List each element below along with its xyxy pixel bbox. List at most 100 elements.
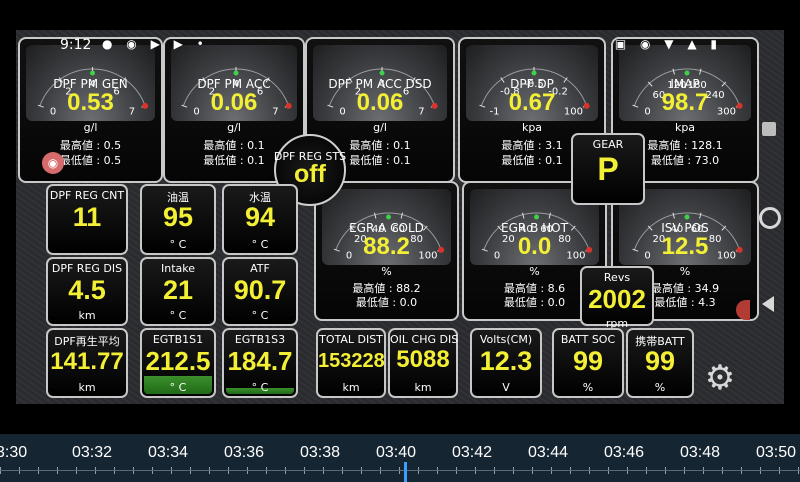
tile-volts[interactable]: Volts(CM) 12.3 V (470, 328, 542, 398)
tile-value: 184.7 (227, 346, 293, 376)
video-timeline[interactable]: 3:30 03:32 03:34 03:36 03:38 03:40 03:42 03:44 0… (0, 434, 800, 482)
gauge-unit: % (381, 265, 392, 278)
tile-value: 11 (72, 202, 102, 232)
gauge-egr-a-cold[interactable]: 0 20 40 60 80 100 EGR A COLD 88.2 % 最高値 : 88.… (314, 181, 459, 321)
gauge-indicator (386, 214, 391, 220)
floating-bubble[interactable] (736, 300, 750, 320)
gauge-indicator (90, 70, 95, 76)
gauge-indicator (379, 70, 385, 76)
gauge-value: 12.5 (661, 233, 709, 260)
tile-value: 90.7 (233, 275, 287, 305)
gauge-indicator (531, 70, 537, 76)
settings-gear-icon[interactable]: ⚙ (700, 358, 740, 398)
gauge-indicator (684, 70, 690, 76)
home-button[interactable] (759, 207, 781, 229)
revs-tile[interactable]: Revs 2002 rpm (580, 266, 654, 330)
timeline-label: 03:38 (300, 444, 341, 461)
tile-oil-temp[interactable]: 油温 95 ° C (140, 184, 216, 255)
timeline-label: 3:30 (0, 444, 28, 461)
gauge-tick (672, 212, 675, 219)
tile-dpf-reg-cnt[interactable]: DPF REG CNT 11 (46, 184, 128, 255)
gauge-tick (400, 212, 404, 219)
tile-unit: km (342, 381, 360, 394)
back-button[interactable] (762, 296, 774, 312)
gauge-value: 0.67 (508, 89, 556, 116)
tile-label: EGTB1S3 (234, 333, 286, 346)
timeline-label: 03:50 (756, 444, 797, 461)
tile-unit: ° C (251, 238, 269, 251)
tile-unit: ° C (251, 309, 269, 322)
gauge-tick (699, 68, 702, 75)
gauge-tick (521, 212, 525, 219)
timeline-label: 03:34 (148, 444, 189, 461)
gear-value: P (597, 151, 619, 187)
tile-label: DPF REG DIS (51, 262, 123, 275)
gauge-unit: g/l (83, 121, 98, 134)
gauge-tick (548, 212, 552, 219)
tile-unit: V (502, 381, 510, 394)
timeline-label: 03:44 (528, 444, 569, 461)
timeline-label: 03:40 (376, 444, 417, 461)
gear-tile[interactable]: GEAR P (571, 133, 645, 205)
tile-label: OIL CHG DIS (390, 333, 459, 346)
gear-label: GEAR (592, 138, 624, 151)
revs-label: Revs (603, 271, 631, 284)
gauge-value: 0.06 (356, 89, 404, 116)
tile-water-temp[interactable]: 水温 94 ° C (222, 184, 298, 255)
gauge-indicator (534, 214, 539, 220)
gauge-min: 最低値 : 0.0 (355, 296, 418, 309)
tile-dpf-regen-avg[interactable]: DPF再生平均 141.77 km (46, 328, 128, 398)
status-time: 9:12 (60, 37, 92, 53)
gauge-min: 最低値 : 0.5 (59, 154, 122, 167)
timeline-track (0, 470, 800, 471)
tile-atf[interactable]: ATF 90.7 ° C (222, 257, 298, 326)
tile-value: 5088 (396, 346, 450, 373)
gauge-unit: g/l (373, 121, 387, 134)
gauge-value: 0.53 (67, 89, 114, 116)
tile-unit: km (78, 381, 96, 394)
gauge-dpf-pm-gen[interactable]: 02467 DPF PM GEN 0.53 g/l 最高値 : 0.5 最低値 … (18, 37, 163, 183)
gauge-value: 0.0 (517, 233, 552, 260)
gauge-max: 最高値 : 0.5 (59, 139, 122, 152)
tile-batt-soc[interactable]: BATT SOC 99 % (552, 328, 624, 398)
tile-egtb1s1[interactable]: EGTB1S1 212.5 ° C (140, 328, 216, 398)
timeline-label: 03:46 (604, 444, 645, 461)
timeline-label: 03:32 (72, 444, 113, 461)
timeline-label: 03:36 (224, 444, 265, 461)
recent-apps-button[interactable] (762, 122, 776, 136)
tile-label: DPF REG CNT (49, 189, 125, 202)
tile-phone-batt[interactable]: 携帯BATT 99 % (626, 328, 694, 398)
tile-value: 12.3 (479, 346, 533, 376)
tile-label: ATF (250, 262, 270, 275)
timeline-label: 03:48 (680, 444, 721, 461)
gauge-value: 88.2 (363, 233, 410, 260)
gauge-tick (672, 68, 675, 75)
tile-unit: % (582, 381, 594, 394)
tile-value: 4.5 (68, 275, 106, 305)
tile-value: 212.5 (145, 346, 211, 376)
timeline-playhead[interactable] (404, 462, 407, 482)
tile-oil-chg-dis[interactable]: OIL CHG DIS 5088 km (388, 328, 458, 398)
timeline-label: 03:42 (452, 444, 493, 461)
gauge-indicator (233, 70, 239, 76)
tile-unit: ° C (169, 238, 187, 251)
tile-value: 141.77 (50, 348, 124, 375)
tile-value: 153228 (318, 350, 385, 372)
revs-value: 2002 (588, 284, 646, 314)
tile-dpf-reg-dis[interactable]: DPF REG DIS 4.5 km (46, 257, 128, 326)
gauge-tick (373, 212, 377, 219)
tile-unit: ° C (169, 309, 187, 322)
tile-label: TOTAL DIST (319, 333, 383, 346)
tile-intake[interactable]: Intake 21 ° C (140, 257, 216, 326)
tile-egtb1s3[interactable]: EGTB1S3 184.7 ° C (222, 328, 298, 398)
tile-unit: km (78, 309, 96, 322)
system-icons: ▣ ◉ ▼ ▲ ▮ (614, 37, 722, 51)
tile-value: 95 (162, 202, 194, 232)
gauge-indicator (684, 214, 690, 220)
tile-label: BATT SOC (560, 333, 616, 346)
tile-total-dist[interactable]: TOTAL DIST 153228 km (316, 328, 386, 398)
tile-unit: ° C (251, 381, 269, 394)
gauge-unit: g/l (227, 121, 241, 134)
tile-label: Volts(CM) (479, 333, 533, 346)
camera-icon[interactable]: ◉ (42, 152, 64, 174)
